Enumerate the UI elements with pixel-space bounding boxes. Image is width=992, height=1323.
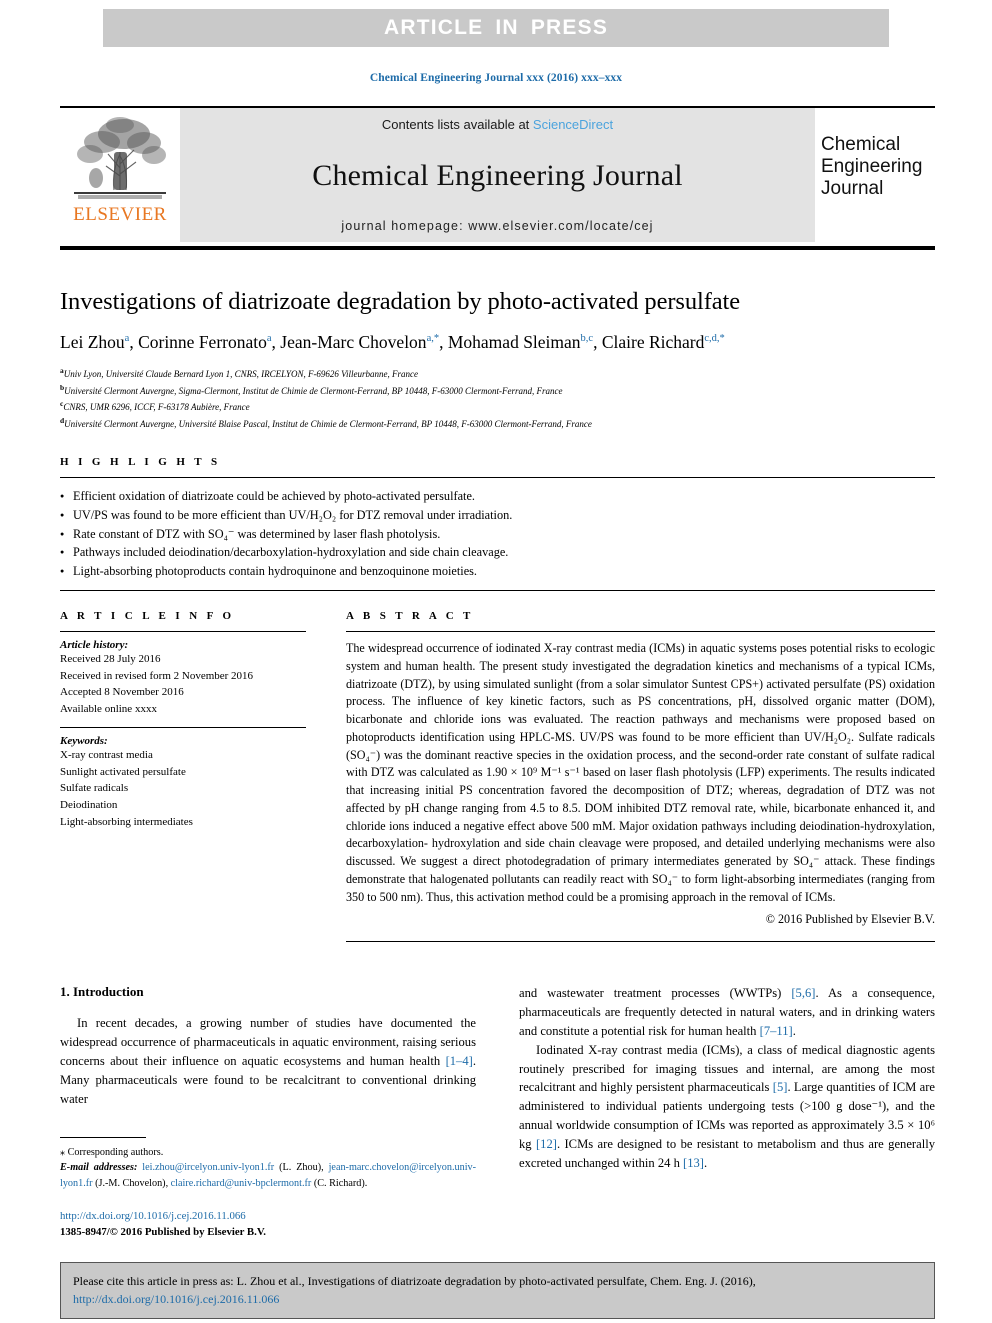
contents-available-line: Contents lists available at ScienceDirec…	[382, 117, 613, 132]
elsevier-wordmark: ELSEVIER	[73, 204, 167, 225]
author-name: Lei Zhou	[60, 332, 125, 352]
doi-block: http://dx.doi.org/10.1016/j.cej.2016.11.…	[60, 1208, 476, 1240]
author-affiliation-mark: a	[266, 333, 272, 345]
abstract-text: The widespread occurrence of iodinated X…	[346, 641, 935, 904]
highlight-item: UV/PS was found to be more efficient tha…	[60, 506, 935, 525]
email-addresses-note: E-mail addresses: lei.zhou@ircelyon.univ…	[60, 1162, 477, 1189]
keyword-item: Sulfate radicals	[60, 782, 129, 795]
affiliation-item: cCNRS, UMR 6296, ICCF, F-63178 Aubière, …	[60, 399, 250, 413]
article-history-title: Article history:	[60, 639, 129, 651]
journal-cover-thumbnail: Chemical Engineering Journal	[815, 108, 935, 242]
cite-doi-link[interactable]: http://dx.doi.org/10.1016/j.cej.2016.11.…	[73, 1292, 279, 1306]
sciencedirect-link[interactable]: ScienceDirect	[533, 117, 613, 132]
citation-reference[interactable]: [7–11]	[760, 1024, 793, 1038]
keyword-item: X-ray contrast media	[60, 748, 153, 761]
author-affiliation-mark: b,c	[580, 333, 594, 345]
page-title: Investigations of diatrizoate degradatio…	[60, 288, 741, 315]
highlight-item: Rate constant of DTZ with SO₄⁻ was deter…	[60, 525, 935, 544]
article-info-column: A R T I C L E I N F O Article history: R…	[60, 610, 306, 942]
abstract-bottom-rule	[346, 941, 935, 943]
affiliation-item: aUniv Lyon, Université Claude Bernard Ly…	[60, 366, 418, 379]
affiliation-item: bUniversité Clermont Auvergne, Sigma-Cle…	[60, 382, 563, 396]
article-info-label: A R T I C L E I N F O	[60, 610, 235, 622]
journal-masthead: ELSEVIER Contents lists available at Sci…	[60, 106, 935, 250]
keywords-title: Keywords:	[60, 734, 108, 747]
journal-center-panel: Contents lists available at ScienceDirec…	[180, 108, 815, 242]
title-block: Investigations of diatrizoate degradatio…	[60, 288, 935, 431]
cite-this-article-text: Please cite this article in press as: L.…	[73, 1272, 922, 1308]
highlight-item: Light-absorbing photoproducts contain hy…	[60, 562, 935, 581]
author-affiliation-mark: c,d,*	[704, 333, 725, 345]
journal-title: Chemical Engineering Journal	[312, 158, 683, 192]
info-abstract-row: A R T I C L E I N F O Article history: R…	[60, 610, 935, 943]
abstract-label: A B S T R A C T	[346, 610, 474, 622]
keyword-item: Sunlight activated persulfate	[60, 765, 186, 778]
journal-homepage-line[interactable]: journal homepage: www.elsevier.com/locat…	[341, 219, 653, 233]
article-in-press-banner: ARTICLE IN PRESS	[103, 9, 889, 47]
highlight-item: Pathways included deiodination/decarboxy…	[60, 543, 935, 562]
author-list: Lei Zhoua, Corinne Ferronatoa, Jean-Marc…	[60, 332, 725, 352]
article-in-press-label: ARTICLE IN PRESS	[383, 16, 609, 39]
article-history-lines: Received 28 July 2016 Received in revised…	[60, 651, 306, 718]
elsevier-logo: ELSEVIER	[60, 108, 180, 242]
highlights-list: Efficient oxidation of diatrizoate could…	[60, 478, 935, 590]
highlights-section: H I G H L I G H T S Efficient oxidation …	[60, 456, 935, 592]
intro-left-paragraphs: In recent decades, a growing number of s…	[60, 1014, 476, 1108]
cover-line-2: Engineering	[821, 156, 923, 178]
article-info-rule	[60, 631, 306, 632]
abstract-copyright: © 2016 Published by Elsevier B.V.	[765, 912, 935, 927]
body-column-right: and wastewater treatment processes (WWTP…	[519, 984, 935, 1173]
keyword-item: Light-absorbing intermediates	[60, 815, 193, 828]
cover-line-3: Journal	[821, 178, 884, 200]
citation-reference[interactable]: [1–4]	[446, 1054, 473, 1068]
highlights-label: H I G H L I G H T S	[60, 456, 221, 468]
keywords-lines: X-ray contrast media Sunlight activated p…	[60, 747, 306, 831]
article-doi-link[interactable]: http://dx.doi.org/10.1016/j.cej.2016.11.…	[60, 1208, 476, 1224]
affiliation-item: dUniversité Clermont Auvergne, Universit…	[60, 415, 592, 429]
introduction-heading: 1. Introduction	[60, 984, 144, 999]
running-head: Chemical Engineering Journal xxx (2016) …	[369, 72, 623, 84]
issn-copyright-line: 1385-8947/© 2016 Published by Elsevier B…	[60, 1226, 266, 1239]
citation-reference[interactable]: [5,6]	[791, 986, 815, 1000]
highlights-bottom-rule	[60, 590, 935, 592]
article-history-item: Received in revised form 2 November 2016	[60, 669, 254, 682]
author-name: Mohamad Sleiman	[447, 332, 581, 352]
article-history-item: Available online xxxx	[60, 703, 157, 716]
footnote-rule	[60, 1137, 146, 1138]
article-history-item: Accepted 8 November 2016	[60, 686, 184, 699]
email-link[interactable]: lei.zhou@ircelyon.univ-lyon1.fr	[142, 1162, 274, 1173]
keywords-rule	[60, 726, 306, 728]
abstract-column: A B S T R A C T The widespread occurrenc…	[346, 610, 935, 943]
abstract-top-rule	[346, 631, 935, 632]
citation-reference[interactable]: [12]	[536, 1137, 557, 1151]
citation-reference[interactable]: [5]	[773, 1080, 788, 1094]
article-history-item: Received 28 July 2016	[60, 653, 161, 665]
paper-page: ARTICLE IN PRESS Chemical Engineering Jo…	[0, 0, 992, 1323]
intro-right-paragraphs: and wastewater treatment processes (WWTP…	[519, 984, 935, 1173]
cover-line-1: Chemical	[821, 134, 901, 155]
author-name: Jean-Marc Chovelon	[280, 332, 427, 352]
author-affiliation-mark: a	[124, 333, 130, 345]
contents-prefix: Contents lists available at	[381, 117, 533, 132]
email-link[interactable]: claire.richard@univ-bpclermont.fr	[171, 1178, 312, 1189]
citation-reference[interactable]: [13]	[683, 1156, 704, 1170]
cite-prefix: Please cite this article in press as: L.…	[73, 1274, 756, 1288]
footnote-block: ⁎ Corresponding authors. E-mail addresse…	[60, 1137, 476, 1240]
cite-this-article-box: Please cite this article in press as: L.…	[60, 1262, 935, 1319]
author-affiliation-mark: a,*	[426, 333, 440, 345]
affiliation-list: aUniv Lyon, Université Claude Bernard Ly…	[60, 365, 935, 431]
elsevier-tree-icon	[68, 112, 172, 204]
body-paragraph: In recent decades, a growing number of s…	[60, 1016, 476, 1106]
highlight-item: Efficient oxidation of diatrizoate could…	[60, 487, 935, 506]
author-name: Claire Richard	[601, 332, 705, 352]
body-paragraph: Iodinated X-ray contrast media (ICMs), a…	[519, 1042, 935, 1171]
body-paragraph: and wastewater treatment processes (WWTP…	[519, 986, 935, 1038]
corresponding-authors-note: ⁎ Corresponding authors.	[60, 1147, 164, 1158]
email-addresses-label: E-mail addresses:	[60, 1162, 143, 1174]
author-name: Corinne Ferronato	[138, 332, 267, 352]
keyword-item: Deiodination	[60, 799, 118, 812]
